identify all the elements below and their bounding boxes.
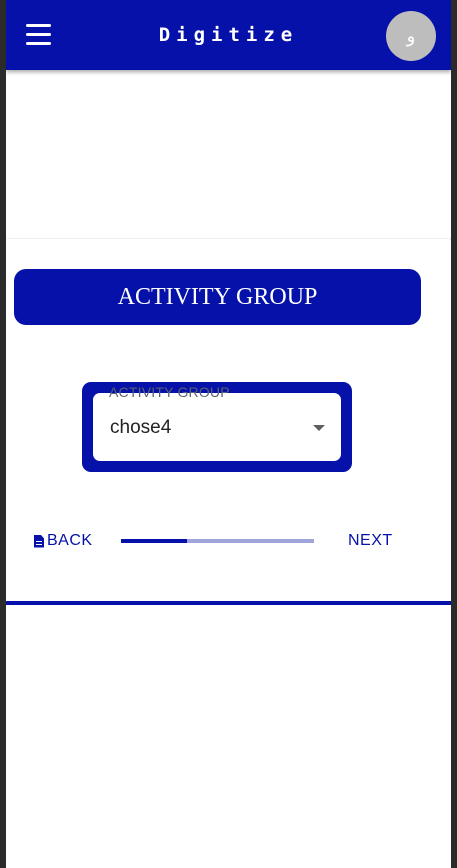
progress-bar-fill bbox=[121, 539, 187, 543]
avatar[interactable]: و bbox=[386, 11, 436, 61]
next-button-label: NEXT bbox=[348, 532, 393, 549]
stepper-navigation: BACK NEXT bbox=[6, 529, 451, 553]
activity-group-card: ACTIVITY GROUP ACTIVITY GROUP chose4 BAC… bbox=[6, 238, 451, 605]
caret-down-icon[interactable] bbox=[313, 425, 325, 431]
activity-group-select[interactable]: ACTIVITY GROUP chose4 bbox=[93, 384, 341, 461]
app-title: Digitize bbox=[158, 24, 299, 46]
progress-bar bbox=[121, 539, 314, 543]
top-app-bar: Digitize و bbox=[6, 0, 451, 70]
next-button[interactable]: NEXT bbox=[348, 529, 393, 553]
document-icon bbox=[34, 534, 44, 548]
activity-group-select-frame: ACTIVITY GROUP chose4 bbox=[82, 382, 352, 472]
select-value: chose4 bbox=[110, 417, 172, 438]
section-title: ACTIVITY GROUP bbox=[14, 269, 421, 325]
app-viewport: Digitize و ACTIVITY GROUP ACTIVITY GROUP… bbox=[6, 0, 451, 868]
select-label: ACTIVITY GROUP bbox=[109, 384, 230, 400]
back-button-label: BACK bbox=[47, 532, 93, 549]
back-button[interactable]: BACK bbox=[34, 529, 93, 553]
